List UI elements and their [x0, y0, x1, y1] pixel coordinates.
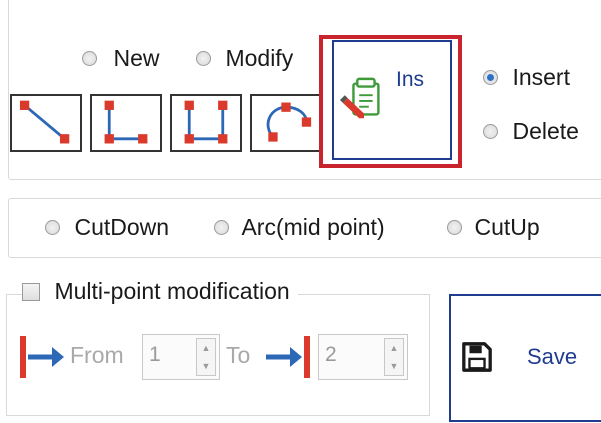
- u-shape-icon: [184, 100, 228, 144]
- from-down-icon[interactable]: ▼: [197, 357, 215, 375]
- save-disk-icon: [462, 342, 492, 372]
- to-down-icon[interactable]: ▼: [385, 357, 403, 375]
- insert-document-icon: [340, 77, 380, 119]
- radio-cutup[interactable]: CutUp: [447, 214, 540, 241]
- radio-cutdown-label: CutDown: [74, 214, 170, 240]
- radio-insert[interactable]: Insert: [483, 64, 570, 91]
- from-up-icon[interactable]: ▲: [197, 339, 215, 357]
- radio-new-indicator[interactable]: [82, 51, 97, 66]
- radio-insert-indicator[interactable]: [483, 70, 498, 85]
- radio-delete-indicator[interactable]: [483, 124, 498, 139]
- radio-arc-mid-label: Arc(mid point): [241, 214, 385, 240]
- to-up-icon[interactable]: ▲: [385, 339, 403, 357]
- radio-arc-mid[interactable]: Arc(mid point): [214, 214, 385, 241]
- radio-new-label: New: [113, 45, 160, 71]
- to-arrow-icon: [266, 336, 310, 378]
- radio-delete[interactable]: Delete: [483, 118, 579, 145]
- to-stepper-buttons[interactable]: ▲ ▼: [384, 338, 404, 376]
- line-tool-button[interactable]: [10, 94, 82, 152]
- from-stepper[interactable]: 1 ▲ ▼: [142, 334, 220, 380]
- diagonal-line-icon: [19, 100, 70, 144]
- l-shape-icon: [104, 100, 148, 144]
- radio-cutup-label: CutUp: [474, 214, 540, 240]
- radio-delete-label: Delete: [512, 118, 579, 144]
- radio-modify-label: Modify: [225, 45, 294, 71]
- to-stepper[interactable]: 2 ▲ ▼: [318, 334, 408, 380]
- from-arrow-icon: [20, 336, 64, 378]
- save-button[interactable]: Save: [449, 294, 601, 422]
- arc-tool-button[interactable]: [250, 94, 322, 152]
- radio-cutdown[interactable]: CutDown: [45, 214, 169, 241]
- multipoint-checkbox-box[interactable]: [22, 282, 40, 301]
- u-shape-tool-button[interactable]: [170, 94, 242, 152]
- radio-new[interactable]: New: [82, 45, 159, 72]
- radio-modify[interactable]: Modify: [196, 45, 293, 72]
- radio-arc-mid-indicator[interactable]: [214, 220, 229, 235]
- ins-button[interactable]: Ins: [332, 40, 452, 160]
- to-value[interactable]: 2: [325, 343, 337, 367]
- l-shape-tool-button[interactable]: [90, 94, 162, 152]
- radio-cutup-indicator[interactable]: [447, 220, 462, 235]
- radio-cutdown-indicator[interactable]: [45, 220, 60, 235]
- to-label: To: [226, 342, 251, 368]
- ins-button-label: Ins: [396, 68, 425, 91]
- multipoint-title: Multi-point modification: [54, 278, 290, 304]
- save-button-label: Save: [527, 344, 578, 369]
- radio-modify-indicator[interactable]: [196, 51, 211, 66]
- arc-icon: [266, 102, 312, 142]
- from-value[interactable]: 1: [149, 343, 161, 367]
- from-label: From: [70, 342, 124, 368]
- radio-insert-label: Insert: [512, 64, 570, 90]
- from-stepper-buttons[interactable]: ▲ ▼: [196, 338, 216, 376]
- multipoint-checkbox[interactable]: Multi-point modification: [22, 278, 298, 305]
